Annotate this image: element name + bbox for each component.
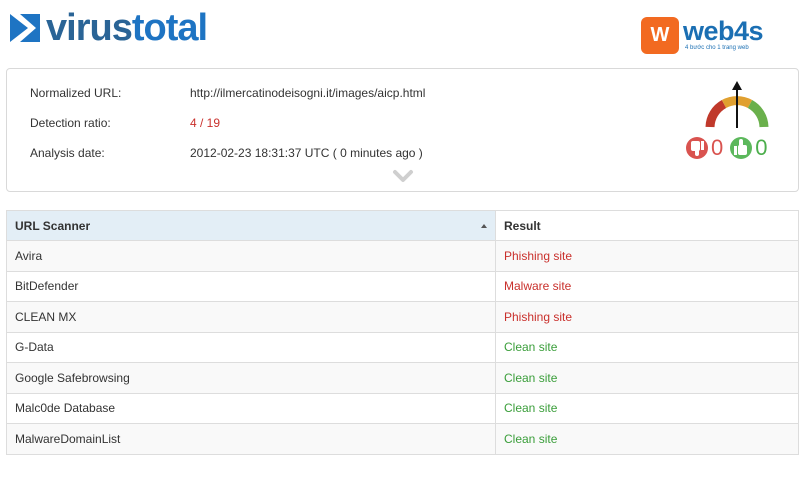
normalized-url-label: Normalized URL: <box>30 86 122 100</box>
malicious-votes-count: 0 <box>711 135 724 160</box>
scanner-name: CLEAN MX <box>6 301 496 333</box>
sort-ascending-icon <box>481 224 487 228</box>
analysis-date-row: Analysis date: 2012-02-23 18:31:37 UTC (… <box>30 146 423 160</box>
table-row: Malc0de Database Clean site <box>6 392 799 424</box>
table-row: CLEAN MX Phishing site <box>6 301 799 333</box>
table-row: MalwareDomainList Clean site <box>6 423 799 455</box>
harmless-votes-count: 0 <box>755 135 768 160</box>
community-votes: 0 0 <box>685 133 774 163</box>
web4s-badge-icon: W <box>641 17 679 54</box>
url-info-panel: Normalized URL: http://ilmercatinodeisog… <box>6 68 799 192</box>
column-header-result-label: Result <box>504 218 541 233</box>
web4s-logo[interactable]: W web4s 4 bước cho 1 trang web <box>641 16 764 54</box>
scanner-result: Clean site <box>495 331 799 363</box>
normalized-url-value: http://ilmercatinodeisogni.it/images/aic… <box>190 86 426 100</box>
detection-ratio-label: Detection ratio: <box>30 116 111 130</box>
scanner-name: Google Safebrowsing <box>6 362 496 394</box>
web4s-badge-letter: W <box>650 24 670 46</box>
normalized-url-row: Normalized URL: http://ilmercatinodeisog… <box>30 86 425 100</box>
scanner-result: Clean site <box>495 423 799 455</box>
scanner-results-table: URL Scanner Result Avira Phishing site B… <box>6 210 799 455</box>
analysis-date-value: 2012-02-23 18:31:37 UTC ( 0 minutes ago … <box>190 146 423 160</box>
thumbs-up-icon[interactable] <box>729 135 753 161</box>
table-row: G-Data Clean site <box>6 331 799 363</box>
community-score-gauge-icon <box>705 81 769 128</box>
scanner-name: BitDefender <box>6 270 496 302</box>
detection-ratio-value: 4 / 19 <box>190 116 221 130</box>
table-row: Google Safebrowsing Clean site <box>6 362 799 394</box>
web4s-brand: web4s <box>683 16 764 46</box>
logo-word-total: total <box>131 7 208 49</box>
virustotal-mark-icon <box>10 14 40 42</box>
virustotal-logo[interactable]: virus total <box>8 7 208 49</box>
scanner-name: Avira <box>6 240 496 272</box>
scanner-result: Phishing site <box>495 301 799 333</box>
column-header-result[interactable]: Result <box>495 210 799 241</box>
analysis-date-label: Analysis date: <box>30 146 105 160</box>
table-row: BitDefender Malware site <box>6 270 799 302</box>
scanner-result: Clean site <box>495 362 799 394</box>
chevron-down-icon[interactable] <box>392 169 414 183</box>
table-row: Avira Phishing site <box>6 240 799 272</box>
column-header-url-scanner[interactable]: URL Scanner <box>6 210 496 241</box>
scanner-name: G-Data <box>6 331 496 363</box>
column-header-url-scanner-label: URL Scanner <box>15 218 91 233</box>
logo-word-virus: virus <box>46 7 133 49</box>
scanner-name: MalwareDomainList <box>6 423 496 455</box>
scanner-result: Phishing site <box>495 240 799 272</box>
scanner-result: Malware site <box>495 270 799 302</box>
scanner-result: Clean site <box>495 392 799 424</box>
scanner-name: Malc0de Database <box>6 392 496 424</box>
thumbs-down-icon[interactable] <box>685 135 709 161</box>
detection-ratio-row: Detection ratio: 4 / 19 <box>30 116 220 130</box>
table-header-row: URL Scanner Result <box>6 210 799 241</box>
